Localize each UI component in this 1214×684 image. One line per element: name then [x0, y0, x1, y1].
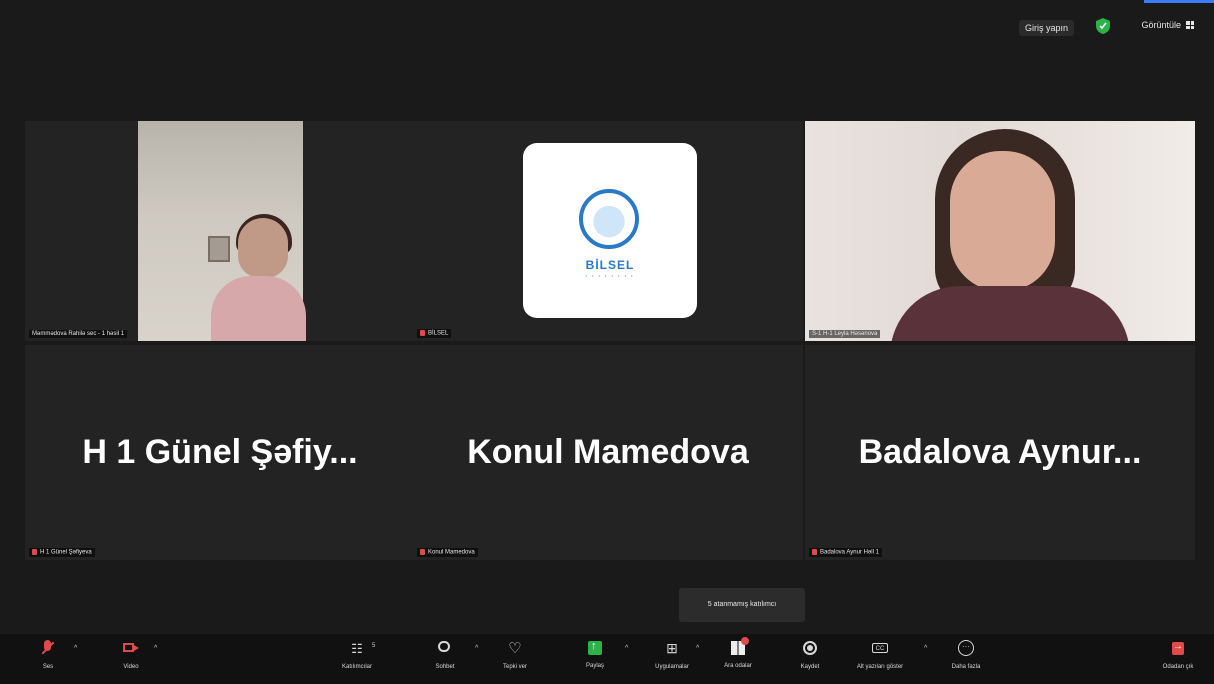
chat-label: Sohbet	[435, 664, 455, 670]
video-button[interactable]: Video	[116, 634, 146, 684]
audio-options-caret[interactable]: ^	[74, 645, 77, 652]
audio-button[interactable]: Ses	[33, 634, 63, 684]
participant-display-name: Badalova Aynur...	[858, 433, 1142, 471]
reactions-button[interactable]: Tepki ver	[498, 634, 532, 684]
record-button[interactable]: Kaydet	[795, 634, 825, 684]
video-off-icon	[123, 640, 139, 656]
participant-face	[950, 151, 1055, 291]
apps-options-caret[interactable]: ^	[696, 645, 699, 652]
participant-name: Konul Mamedova	[428, 550, 475, 556]
participant-name-label: S-1 H-1 Leyla Həsənova	[809, 330, 881, 338]
participant-body	[211, 276, 306, 341]
participant-body	[890, 286, 1130, 341]
video-label: Video	[123, 664, 139, 670]
shield-icon[interactable]	[1096, 18, 1110, 34]
captions-icon	[872, 640, 888, 656]
share-screen-button[interactable]: Paylaş	[580, 634, 610, 684]
participant-video	[138, 121, 306, 341]
share-screen-icon	[588, 640, 602, 655]
view-label: Görüntüle	[1141, 20, 1181, 30]
participant-video	[805, 121, 1195, 341]
muted-mic-icon	[420, 330, 425, 337]
chat-icon	[437, 640, 453, 656]
video-tile-participant-6[interactable]: Badalova Aynur... Badalova Aynur Həll 1	[805, 345, 1195, 560]
captions-label: Alt yazıları göster	[856, 664, 904, 670]
record-label: Kaydet	[800, 664, 820, 670]
video-tile-participant-5[interactable]: Konul Mamedova Konul Mamedova	[413, 345, 803, 560]
more-icon	[958, 640, 974, 656]
breakout-rooms-label: Ara odalar	[724, 663, 752, 669]
view-button[interactable]: Görüntüle	[1141, 20, 1194, 30]
participant-name: H 1 Günel Şəfiyeva	[40, 550, 92, 556]
logo-text: BİLSEL	[585, 258, 635, 272]
record-icon	[802, 640, 818, 656]
bilsel-logo-icon	[579, 189, 639, 249]
apps-button[interactable]: Uygulamalar	[645, 634, 699, 684]
reaction-heart-icon	[507, 640, 523, 656]
more-label: Daha fazla	[951, 664, 981, 670]
chat-options-caret[interactable]: ^	[475, 645, 478, 652]
grid-icon	[1186, 21, 1194, 29]
captions-button[interactable]: Alt yazıları göster	[850, 634, 910, 684]
bilsel-logo-card: BİLSEL • • • • • • • •	[523, 143, 697, 318]
apps-label: Uygulamalar	[655, 664, 689, 670]
participant-name-label: Konul Mamedova	[417, 548, 478, 557]
participant-name: Badalova Aynur Həll 1	[820, 550, 879, 556]
breakout-rooms-icon	[731, 637, 749, 655]
muted-mic-icon	[32, 549, 37, 556]
video-tile-participant-1[interactable]: Məmmədova Rahilə sec - 1 həsil 1	[25, 121, 415, 341]
meeting-top-bar: Giriş yapın Görüntüle	[0, 0, 1214, 60]
meeting-toolbar: Ses ^ Video ^ Katılımcılar 5 Sohbet ^ Te…	[0, 634, 1214, 684]
logo-subtext: • • • • • • • •	[585, 273, 635, 278]
wall-frame	[208, 236, 230, 262]
captions-options-caret[interactable]: ^	[924, 645, 927, 652]
unassigned-participants-tooltip: 5 atanmamış katılımcı	[679, 588, 805, 622]
participants-label: Katılımcılar	[341, 664, 372, 670]
video-tile-active-speaker[interactable]: S-1 H-1 Leyla Həsənova	[805, 121, 1195, 341]
leave-room-button[interactable]: Odadan çık	[1158, 634, 1198, 684]
share-label: Paylaş	[585, 663, 604, 669]
chat-button[interactable]: Sohbet	[430, 634, 460, 684]
participant-name: BİLSEL	[428, 331, 449, 337]
participant-name-label: Badalova Aynur Həll 1	[809, 548, 882, 557]
participant-display-name: Konul Mamedova	[467, 433, 749, 471]
more-button[interactable]: Daha fazla	[948, 634, 984, 684]
audio-label: Ses	[42, 664, 54, 670]
share-options-caret[interactable]: ^	[625, 645, 628, 652]
leave-icon	[1170, 640, 1186, 656]
muted-mic-icon	[812, 549, 817, 556]
participant-face	[238, 218, 288, 278]
participants-icon	[349, 640, 365, 656]
video-tile-participant-4[interactable]: H 1 Günel Şəfiy... H 1 Günel Şəfiyeva	[25, 345, 415, 560]
apps-icon	[664, 640, 680, 656]
window-accent-bar	[1144, 0, 1214, 3]
participants-count: 5	[372, 643, 376, 649]
participants-button[interactable]: Katılımcılar	[333, 634, 381, 684]
video-tile-participant-2[interactable]: BİLSEL • • • • • • • • BİLSEL	[413, 121, 803, 341]
participant-name-label: H 1 Günel Şəfiyeva	[29, 548, 95, 557]
muted-mic-icon	[420, 549, 425, 556]
leave-label: Odadan çık	[1162, 664, 1194, 670]
sign-in-button[interactable]: Giriş yapın	[1018, 20, 1074, 36]
breakout-rooms-button[interactable]: Ara odalar	[718, 634, 758, 684]
participant-name-label: Məmmədova Rahilə sec - 1 həsil 1	[29, 330, 128, 338]
muted-mic-icon	[40, 640, 56, 656]
video-options-caret[interactable]: ^	[154, 645, 157, 652]
participant-name-label: BİLSEL	[417, 329, 452, 338]
participant-display-name: H 1 Günel Şəfiy...	[82, 433, 358, 471]
reactions-label: Tepki ver	[502, 664, 527, 670]
